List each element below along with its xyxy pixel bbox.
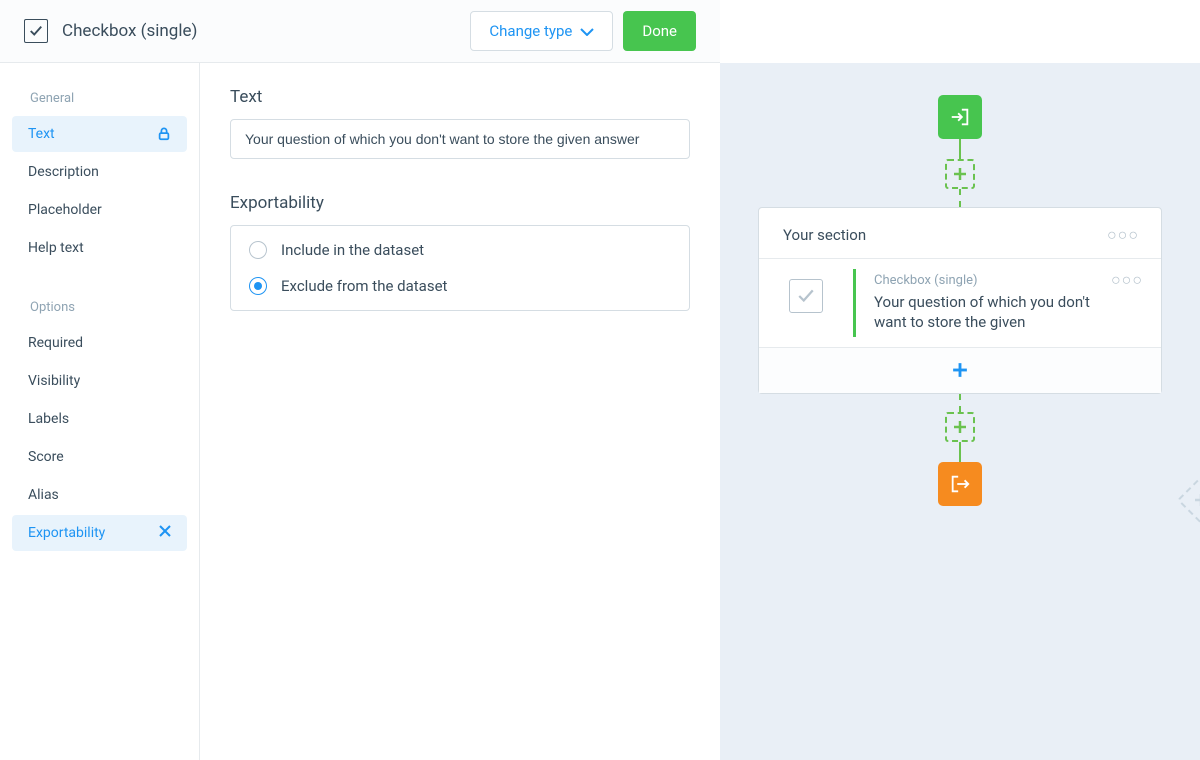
sidebar-item-required[interactable]: Required xyxy=(12,325,187,361)
sidebar-item-score[interactable]: Score xyxy=(12,439,187,475)
section-label-exportability: Exportability xyxy=(230,193,690,213)
sidebar-item-description[interactable]: Description xyxy=(12,154,187,190)
more-icon[interactable]: ○○○ xyxy=(1111,270,1143,289)
checkbox-icon xyxy=(789,279,823,313)
section-title: Your section xyxy=(783,226,866,244)
checkbox-icon xyxy=(24,19,48,43)
chevron-down-icon xyxy=(580,22,594,40)
sidebar-item-label: Text xyxy=(28,126,55,142)
sidebar-item-label: Help text xyxy=(28,240,84,256)
sidebar-item-labels[interactable]: Labels xyxy=(12,401,187,437)
sidebar-item-label: Required xyxy=(28,335,83,351)
flow-start-node[interactable] xyxy=(938,95,982,139)
sidebar-item-label: Alias xyxy=(28,487,59,503)
flow-section-card[interactable]: Your section ○○○ Checkbox (single) Your … xyxy=(758,207,1162,394)
sidebar-item-label: Exportability xyxy=(28,525,105,541)
done-label: Done xyxy=(642,22,677,40)
radio-include[interactable]: Include in the dataset xyxy=(231,232,689,268)
radio-exclude[interactable]: Exclude from the dataset xyxy=(231,268,689,304)
change-type-label: Change type xyxy=(489,22,572,40)
sidebar: General Text Description Placeholder Hel… xyxy=(0,63,200,760)
sidebar-item-text[interactable]: Text xyxy=(12,116,187,152)
page-title: Checkbox (single) xyxy=(62,21,197,41)
sidebar-item-label: Description xyxy=(28,164,99,180)
radio-icon xyxy=(249,241,267,259)
flow-branch-add[interactable] xyxy=(1177,476,1200,524)
done-button[interactable]: Done xyxy=(623,11,696,51)
sidebar-item-label: Score xyxy=(28,449,64,465)
question-type-label: Checkbox (single) xyxy=(874,273,1095,288)
flow-question-card[interactable]: Checkbox (single) Your question of which… xyxy=(759,258,1161,347)
sidebar-item-label: Labels xyxy=(28,411,69,427)
radio-icon xyxy=(249,277,267,295)
flow-add-bottom[interactable] xyxy=(945,412,975,442)
radio-label: Include in the dataset xyxy=(281,241,424,259)
editor-header: Checkbox (single) Change type Done xyxy=(0,0,720,63)
close-icon[interactable] xyxy=(159,525,171,541)
editor-main: Text Exportability Include in the datase… xyxy=(200,63,720,760)
sidebar-item-alias[interactable]: Alias xyxy=(12,477,187,513)
sidebar-group-options: Options xyxy=(12,292,187,325)
more-icon[interactable]: ○○○ xyxy=(1107,233,1139,237)
radio-label: Exclude from the dataset xyxy=(281,277,447,295)
question-text-input[interactable] xyxy=(230,119,690,159)
lock-icon xyxy=(157,127,171,141)
flow-end-node[interactable] xyxy=(938,462,982,506)
exportability-radio-group: Include in the dataset Exclude from the … xyxy=(230,225,690,311)
section-label-text: Text xyxy=(230,87,690,107)
sidebar-item-label: Placeholder xyxy=(28,202,102,218)
sidebar-item-helptext[interactable]: Help text xyxy=(12,230,187,266)
sidebar-group-general: General xyxy=(12,83,187,116)
change-type-button[interactable]: Change type xyxy=(470,11,613,51)
sidebar-item-label: Visibility xyxy=(28,373,80,389)
add-question-button[interactable] xyxy=(759,347,1161,393)
sidebar-item-visibility[interactable]: Visibility xyxy=(12,363,187,399)
question-text-preview: Your question of which you don't want to… xyxy=(874,292,1095,333)
sidebar-item-exportability[interactable]: Exportability xyxy=(12,515,187,551)
flow-add-top[interactable] xyxy=(945,159,975,189)
sidebar-item-placeholder[interactable]: Placeholder xyxy=(12,192,187,228)
flow-preview: Your section ○○○ Checkbox (single) Your … xyxy=(720,63,1200,760)
